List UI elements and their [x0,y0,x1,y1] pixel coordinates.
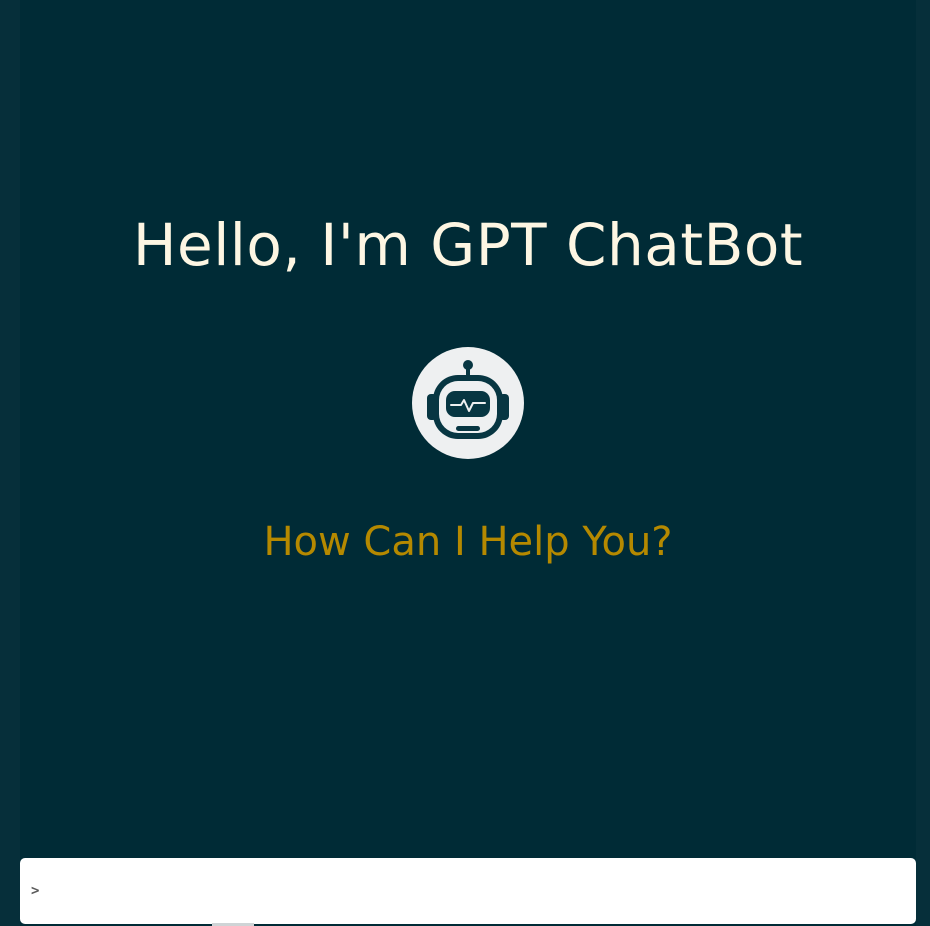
chat-input-bar[interactable]: > [20,858,916,924]
chatbot-app: Hello, I'm GPT ChatBot How Can I Help Yo… [0,0,930,926]
prompt-symbol: > [31,883,40,899]
chat-input[interactable] [45,870,906,912]
bot-avatar [412,347,524,459]
help-prompt: How Can I Help You? [263,519,673,565]
page-title: Hello, I'm GPT ChatBot [132,211,804,279]
right-gutter [916,0,930,926]
robot-icon [427,360,509,439]
left-gutter [0,0,20,926]
